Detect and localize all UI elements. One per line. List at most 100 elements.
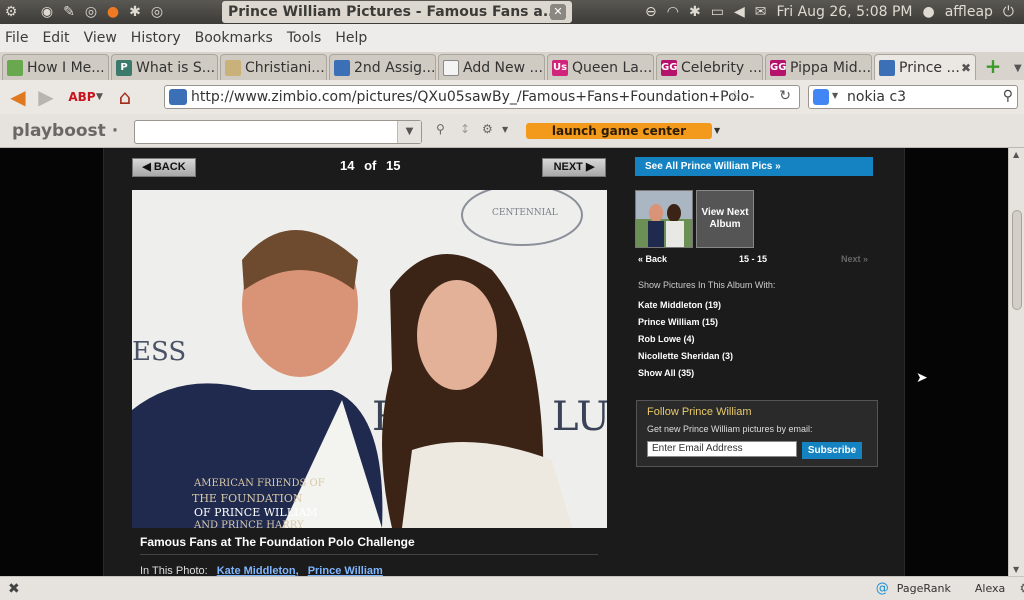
back-arrow-icon[interactable]: ◀: [4, 83, 32, 111]
close-findbar-icon[interactable]: ✖: [8, 581, 20, 597]
sphere-icon[interactable]: ◎: [146, 1, 168, 23]
filter-kate-middleton-link[interactable]: Kate Middleton (19): [638, 300, 721, 310]
filter-nicollette-sheridan-link[interactable]: Nicollette Sheridan (3): [638, 351, 733, 361]
new-tab-button[interactable]: +: [982, 56, 1004, 78]
photo-caption: Famous Fans at The Foundation Polo Chall…: [140, 535, 415, 549]
album-thumbnail[interactable]: [635, 190, 693, 248]
edit-icon[interactable]: ✎: [58, 1, 80, 23]
ubuntu-logo-icon[interactable]: ⚙: [0, 1, 22, 23]
pagerank-label[interactable]: PageRank: [897, 582, 951, 595]
menu-bar: File Edit View History Bookmarks Tools H…: [0, 24, 1024, 52]
network-apps-icon[interactable]: ✱: [124, 1, 146, 23]
menu-history[interactable]: History: [131, 30, 181, 46]
menu-tools[interactable]: Tools: [287, 30, 322, 46]
launch-game-center-button[interactable]: launch game center: [526, 123, 712, 139]
battery-icon[interactable]: ▭: [711, 4, 724, 20]
pager-next-link[interactable]: Next »: [841, 254, 868, 264]
scrollbar-thumb[interactable]: [1012, 210, 1022, 310]
playboost-search-input[interactable]: ▼: [134, 120, 422, 144]
tab-label: What is S...: [136, 59, 216, 76]
tab-label: Prince ...: [899, 59, 960, 76]
url-text: http://www.zimbio.com/pictures/QXu05sawB…: [191, 89, 755, 105]
settings-gear-icon[interactable]: ⚙: [1019, 581, 1024, 597]
playboost-logo[interactable]: playboost ·: [12, 121, 118, 141]
filter-show-all-link[interactable]: Show All (35): [638, 368, 694, 378]
show-pictures-label: Show Pictures In This Album With:: [638, 280, 776, 290]
menu-bookmarks[interactable]: Bookmarks: [195, 30, 273, 46]
launch-dropdown-icon[interactable]: ▼: [714, 126, 720, 135]
volume-icon[interactable]: ◀: [734, 4, 745, 20]
playboost-search-icon[interactable]: ⚲: [436, 122, 445, 136]
scroll-up-icon[interactable]: ▲: [1013, 150, 1019, 159]
search-icon[interactable]: ⚲: [1003, 88, 1013, 104]
pager-back-link[interactable]: « Back: [638, 254, 667, 264]
tab-label: How I Me...: [27, 59, 105, 76]
tab[interactable]: How I Me...: [2, 54, 109, 80]
menu-file[interactable]: File: [5, 30, 28, 46]
menu-edit[interactable]: Edit: [42, 30, 69, 46]
view-next-album-button[interactable]: View Next Album: [696, 190, 754, 248]
site-identity-icon[interactable]: [169, 89, 187, 105]
tab-active[interactable]: Prince ... ✖: [874, 54, 976, 80]
tab-favicon: [225, 59, 241, 76]
bluetooth-icon[interactable]: ✱: [689, 4, 701, 20]
counter-of: of: [364, 158, 377, 173]
back-button[interactable]: ◀ BACK: [132, 158, 196, 177]
adblock-dropdown-icon[interactable]: ▼: [96, 92, 103, 102]
scroll-down-icon[interactable]: ▼: [1013, 565, 1019, 574]
reload-icon[interactable]: ↻: [779, 88, 791, 104]
filter-rob-lowe-link[interactable]: Rob Lowe (4): [638, 334, 695, 344]
tab[interactable]: 2nd Assig...: [329, 54, 436, 80]
user-name[interactable]: affleap: [945, 4, 993, 20]
tab[interactable]: Add New ...: [438, 54, 545, 80]
active-window-title[interactable]: Prince William Pictures - Famous Fans a.…: [222, 1, 572, 23]
vertical-scrollbar[interactable]: ▲ ▼: [1008, 148, 1024, 576]
power-icon[interactable]: ⏻: [1003, 4, 1014, 20]
google-icon[interactable]: [813, 89, 829, 105]
url-bar[interactable]: http://www.zimbio.com/pictures/QXu05sawB…: [164, 85, 800, 109]
alexa-label[interactable]: Alexa: [975, 582, 1005, 595]
tab-favicon: GG: [661, 59, 677, 76]
tab[interactable]: GG Celebrity ...: [656, 54, 763, 80]
tag-kate-middleton-link[interactable]: Kate Middleton,: [217, 565, 299, 576]
system-tray: ⊖ ◠ ✱ ▭ ◀ ✉ Fri Aug 26, 5:08 PM ● afflea…: [645, 0, 1024, 24]
window-close-button[interactable]: ✕: [550, 4, 566, 20]
firefox-icon[interactable]: ●: [102, 1, 124, 23]
forward-arrow-icon[interactable]: ▶: [32, 83, 60, 111]
tab[interactable]: GG Pippa Mid...: [765, 54, 872, 80]
main-photo[interactable]: CENTENNIAL ESS RO LU AMERICAN FRIENDS OF…: [132, 190, 607, 528]
subscribe-button[interactable]: Subscribe: [802, 442, 862, 459]
playboost-dropdown-icon[interactable]: ▼: [397, 121, 421, 143]
menu-view[interactable]: View: [84, 30, 117, 46]
mail-icon[interactable]: ✉: [755, 4, 767, 20]
bookmark-star-icon[interactable]: ☆: [728, 88, 741, 104]
next-button[interactable]: NEXT ▶: [542, 158, 606, 177]
tab-bar: How I Me... P What is S... Christiani... …: [0, 52, 1024, 80]
search-engine-dropdown-icon[interactable]: ▼: [832, 91, 838, 100]
playboost-settings-icon[interactable]: ⚙: [482, 122, 493, 136]
wifi-icon[interactable]: ◠: [667, 4, 679, 20]
in-this-photo: In This Photo: Kate Middleton, Prince Wi…: [140, 565, 383, 576]
home-icon[interactable]: ⌂: [111, 83, 139, 111]
tab-list-icon[interactable]: ▼: [1014, 63, 1022, 74]
tab[interactable]: Christiani...: [220, 54, 327, 80]
menu-help[interactable]: Help: [335, 30, 367, 46]
window-title: Prince William Pictures - Famous Fans a.…: [228, 4, 559, 20]
disc-icon[interactable]: ◎: [80, 1, 102, 23]
indicator-icon[interactable]: ⊖: [645, 4, 657, 20]
filter-prince-william-link[interactable]: Prince William (15): [638, 317, 718, 327]
photo-text-ess: ESS: [132, 337, 186, 367]
search-bar[interactable]: ▼ nokia c3 ⚲: [808, 85, 1018, 109]
email-input[interactable]: Enter Email Address: [647, 441, 797, 457]
see-all-pics-button[interactable]: See All Prince William Pics »: [635, 157, 873, 176]
launcher-icon[interactable]: ◉: [36, 1, 58, 23]
tag-prince-william-link[interactable]: Prince William: [308, 565, 383, 576]
tab-favicon: P: [116, 59, 132, 76]
pagerank-icon[interactable]: @: [876, 581, 889, 596]
adblock-icon[interactable]: ABP: [68, 83, 96, 111]
tab[interactable]: P What is S...: [111, 54, 218, 80]
playboost-settings-dropdown-icon[interactable]: ▼: [502, 125, 508, 134]
tab[interactable]: Us Queen La...: [547, 54, 654, 80]
tab-close-icon[interactable]: ✖: [961, 61, 971, 75]
clock[interactable]: Fri Aug 26, 5:08 PM: [776, 4, 912, 20]
